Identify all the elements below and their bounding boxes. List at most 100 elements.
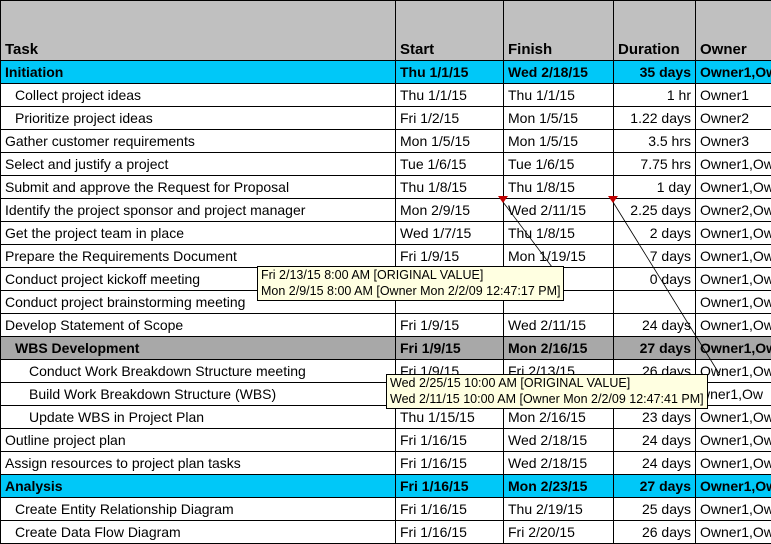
table-row[interactable]: AnalysisFri 1/16/15Mon 2/23/1527 daysOwn… xyxy=(1,475,771,498)
table-row[interactable]: Identify the project sponsor and project… xyxy=(1,199,771,222)
cell-duration[interactable]: 27 days xyxy=(614,337,696,360)
cell-start[interactable]: Fri 1/16/15 xyxy=(396,498,504,521)
col-owner[interactable]: Owner xyxy=(696,1,771,61)
cell-owner[interactable]: Owner1,Ow xyxy=(696,452,771,475)
cell-owner[interactable]: Owner1,Ow xyxy=(696,291,771,314)
cell-task[interactable]: Update WBS in Project Plan xyxy=(1,406,396,429)
cell-duration[interactable]: 24 days xyxy=(614,314,696,337)
table-row[interactable]: WBS DevelopmentFri 1/9/15Mon 2/16/1527 d… xyxy=(1,337,771,360)
table-row[interactable]: Outline project planFri 1/16/15Wed 2/18/… xyxy=(1,429,771,452)
table-row[interactable]: Create Entity Relationship DiagramFri 1/… xyxy=(1,498,771,521)
cell-finish[interactable]: Mon 2/23/15 xyxy=(504,475,614,498)
cell-finish[interactable]: Wed 2/18/15 xyxy=(504,429,614,452)
cell-duration[interactable]: 27 days xyxy=(614,475,696,498)
cell-duration[interactable]: 2.25 days xyxy=(614,199,696,222)
cell-start[interactable]: Fri 1/16/15 xyxy=(396,475,504,498)
table-row[interactable]: Develop Statement of ScopeFri 1/9/15Wed … xyxy=(1,314,771,337)
cell-start[interactable]: Thu 1/1/15 xyxy=(396,84,504,107)
cell-owner[interactable]: Owner1,Ow xyxy=(696,429,771,452)
cell-start[interactable]: Fri 1/16/15 xyxy=(396,452,504,475)
cell-duration[interactable]: 2 days xyxy=(614,222,696,245)
cell-owner[interactable]: Owner3 xyxy=(696,130,771,153)
table-row[interactable]: Collect project ideasThu 1/1/15Thu 1/1/1… xyxy=(1,84,771,107)
cell-finish[interactable]: Fri 2/20/15 xyxy=(504,521,614,544)
cell-duration[interactable]: 24 days xyxy=(614,429,696,452)
cell-task[interactable]: Select and justify a project xyxy=(1,153,396,176)
cell-task[interactable]: Develop Statement of Scope xyxy=(1,314,396,337)
cell-finish[interactable]: Thu 1/8/15 xyxy=(504,176,614,199)
table-row[interactable]: Prioritize project ideasFri 1/2/15Mon 1/… xyxy=(1,107,771,130)
cell-owner[interactable]: Owner1,Ow xyxy=(696,475,771,498)
cell-duration[interactable]: 0 days xyxy=(614,268,696,291)
cell-owner[interactable]: Owner1,Ow xyxy=(696,521,771,544)
cell-owner[interactable]: Owner1,Ow xyxy=(696,498,771,521)
cell-duration[interactable]: 7 days xyxy=(614,245,696,268)
table-row[interactable]: Create Data Flow DiagramFri 1/16/15Fri 2… xyxy=(1,521,771,544)
cell-task[interactable]: Create Entity Relationship Diagram xyxy=(1,498,396,521)
cell-start[interactable]: Wed 1/7/15 xyxy=(396,222,504,245)
table-row[interactable]: Select and justify a projectTue 1/6/15Tu… xyxy=(1,153,771,176)
table-row[interactable]: Gather customer requirementsMon 1/5/15Mo… xyxy=(1,130,771,153)
table-row[interactable]: Assign resources to project plan tasksFr… xyxy=(1,452,771,475)
cell-start[interactable]: Thu 1/8/15 xyxy=(396,176,504,199)
cell-start[interactable]: Mon 2/9/15 xyxy=(396,199,504,222)
cell-duration[interactable] xyxy=(614,291,696,314)
table-row[interactable]: InitiationThu 1/1/15Wed 2/18/1535 daysOw… xyxy=(1,61,771,84)
cell-duration[interactable]: 1 hr xyxy=(614,84,696,107)
col-task[interactable]: Task xyxy=(1,1,396,61)
cell-finish[interactable]: Wed 2/11/15 xyxy=(504,199,614,222)
cell-finish[interactable]: Wed 2/11/15 xyxy=(504,314,614,337)
cell-task[interactable]: Analysis xyxy=(1,475,396,498)
cell-owner[interactable]: Owner1,Ow xyxy=(696,268,771,291)
cell-owner[interactable]: Owner1,Ow xyxy=(696,176,771,199)
cell-finish[interactable]: Wed 2/18/15 xyxy=(504,61,614,84)
cell-task[interactable]: Identify the project sponsor and project… xyxy=(1,199,396,222)
cell-start[interactable]: Fri 1/16/15 xyxy=(396,521,504,544)
cell-task[interactable]: Outline project plan xyxy=(1,429,396,452)
cell-start[interactable]: Fri 1/9/15 xyxy=(396,314,504,337)
cell-task[interactable]: Assign resources to project plan tasks xyxy=(1,452,396,475)
cell-owner[interactable]: Owner1,Ow xyxy=(696,337,771,360)
col-start[interactable]: Start xyxy=(396,1,504,61)
cell-duration[interactable]: 35 days xyxy=(614,61,696,84)
cell-owner[interactable]: Owner1,Ow xyxy=(696,314,771,337)
col-finish[interactable]: Finish xyxy=(504,1,614,61)
table-row[interactable]: Prepare the Requirements DocumentFri 1/9… xyxy=(1,245,771,268)
cell-task[interactable]: WBS Development xyxy=(1,337,396,360)
col-duration[interactable]: Duration xyxy=(614,1,696,61)
cell-start[interactable]: Fri 1/16/15 xyxy=(396,429,504,452)
table-row[interactable]: Get the project team in placeWed 1/7/15T… xyxy=(1,222,771,245)
cell-duration[interactable]: 26 days xyxy=(614,521,696,544)
cell-duration[interactable]: 3.5 hrs xyxy=(614,130,696,153)
cell-start[interactable]: Fri 1/2/15 xyxy=(396,107,504,130)
cell-owner[interactable]: Owner2,Ow xyxy=(696,199,771,222)
cell-owner[interactable]: Owner1,Ow xyxy=(696,222,771,245)
cell-finish[interactable]: Mon 2/16/15 xyxy=(504,337,614,360)
cell-task[interactable]: Conduct Work Breakdown Structure meeting xyxy=(1,360,396,383)
cell-task[interactable]: Build Work Breakdown Structure (WBS) xyxy=(1,383,396,406)
cell-task[interactable]: Submit and approve the Request for Propo… xyxy=(1,176,396,199)
cell-task[interactable]: Prioritize project ideas xyxy=(1,107,396,130)
cell-start[interactable]: Mon 1/5/15 xyxy=(396,130,504,153)
cell-owner[interactable]: Owner1,Ow xyxy=(696,61,771,84)
cell-task[interactable]: Get the project team in place xyxy=(1,222,396,245)
cell-owner[interactable]: Owner1,Ow xyxy=(696,153,771,176)
cell-start[interactable]: Fri 1/9/15 xyxy=(396,337,504,360)
cell-finish[interactable]: Wed 2/18/15 xyxy=(504,452,614,475)
cell-task[interactable]: Gather customer requirements xyxy=(1,130,396,153)
cell-owner[interactable]: Owner1 xyxy=(696,84,771,107)
cell-start[interactable]: Tue 1/6/15 xyxy=(396,153,504,176)
cell-owner[interactable]: Owner2 xyxy=(696,107,771,130)
cell-finish[interactable]: Thu 1/8/15 xyxy=(504,222,614,245)
cell-duration[interactable]: 7.75 hrs xyxy=(614,153,696,176)
cell-duration[interactable]: 1 day xyxy=(614,176,696,199)
cell-start[interactable]: Fri 1/9/15 xyxy=(396,245,504,268)
table-row[interactable]: Submit and approve the Request for Propo… xyxy=(1,176,771,199)
cell-owner[interactable]: Owner1,Ow xyxy=(696,245,771,268)
cell-finish[interactable]: Mon 1/5/15 xyxy=(504,107,614,130)
cell-finish[interactable]: Mon 1/19/15 xyxy=(504,245,614,268)
cell-task[interactable]: Prepare the Requirements Document xyxy=(1,245,396,268)
cell-finish[interactable]: Tue 1/6/15 xyxy=(504,153,614,176)
cell-duration[interactable]: 24 days xyxy=(614,452,696,475)
cell-finish[interactable]: Mon 1/5/15 xyxy=(504,130,614,153)
